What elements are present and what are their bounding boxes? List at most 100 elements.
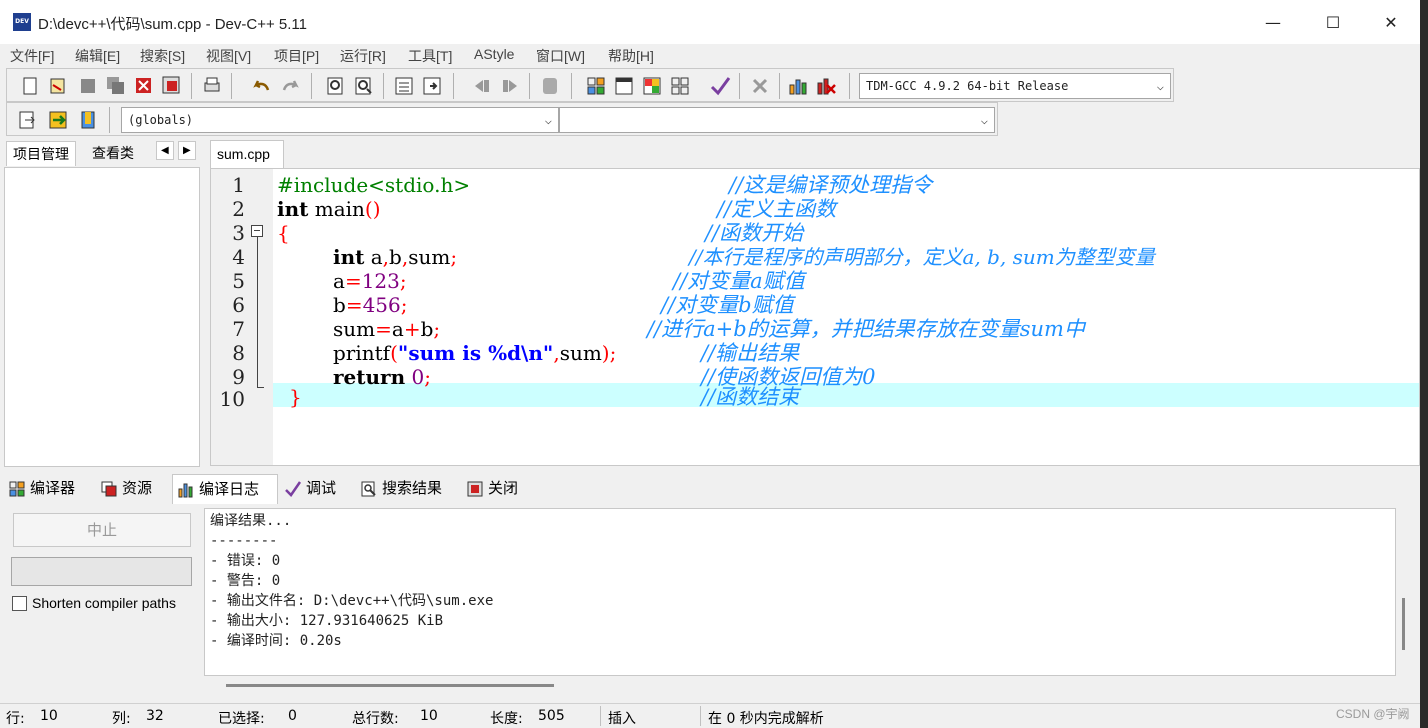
print-icon[interactable] [201, 75, 223, 97]
undo-icon[interactable] [251, 75, 273, 97]
log-line: 编译结果... [210, 513, 292, 529]
code-line-6: b=456; [333, 293, 408, 317]
toggle-comment-icon[interactable] [539, 75, 561, 97]
goto-bookmark-icon[interactable] [77, 109, 99, 131]
tab-scroll-left[interactable]: ◀ [156, 141, 174, 160]
replace-icon[interactable] [353, 75, 375, 97]
scrollbar-thumb[interactable] [226, 684, 554, 687]
keyword: int [277, 197, 309, 221]
log-vertical-scrollbar[interactable] [1402, 598, 1405, 650]
rebuild-all-icon[interactable] [669, 75, 691, 97]
tab-label: 搜索结果 [382, 479, 443, 497]
class-select[interactable]: (globals) ⌵ [121, 107, 559, 133]
status-separator [600, 706, 601, 726]
menu-window[interactable]: 窗口[W] [536, 46, 585, 66]
search-results-icon [361, 481, 376, 496]
compiler-select[interactable]: TDM-GCC 4.9.2 64-bit Release ⌵ [859, 73, 1171, 99]
tab-compile-log[interactable]: 编译日志 [172, 474, 278, 504]
compile-run-icon[interactable] [641, 75, 663, 97]
shorten-paths-label: Shorten compiler paths [32, 595, 176, 611]
clean-icon[interactable] [749, 75, 771, 97]
delete-profile-icon[interactable] [815, 75, 837, 97]
menu-project[interactable]: 项目[P] [274, 46, 319, 66]
main-toolbar: TDM-GCC 4.9.2 64-bit Release ⌵ [6, 68, 1174, 102]
maximize-icon[interactable]: ☐ [1310, 8, 1356, 38]
tab-resources[interactable]: 资源 [100, 474, 166, 504]
close-window-icon[interactable]: ✕ [1368, 8, 1414, 38]
toolbar-separator [739, 73, 740, 99]
save-icon[interactable] [77, 75, 99, 97]
symbol: ( [390, 341, 398, 365]
line-gutter: 1 2 3 4 5 6 7 8 9 10 [211, 169, 273, 465]
unindent-icon[interactable] [499, 75, 521, 97]
toolbar-separator [109, 107, 110, 133]
close-file-icon[interactable] [133, 75, 155, 97]
fold-line [257, 237, 258, 387]
menu-astyle[interactable]: AStyle [474, 46, 514, 62]
symbol: + [403, 317, 421, 341]
profile-icon[interactable] [787, 75, 809, 97]
code-line-2: int main() [277, 197, 381, 221]
member-select[interactable]: ⌵ [559, 107, 995, 133]
syntax-check-icon[interactable] [709, 75, 731, 97]
compile-icon[interactable] [585, 75, 607, 97]
goto-function-icon[interactable] [421, 75, 443, 97]
bottom-panel-tabs: 编译器 资源 编译日志 调试 搜索结果 关闭 [0, 474, 540, 504]
log-horizontal-scrollbar[interactable] [204, 678, 1396, 694]
tab-label: 编译器 [30, 479, 76, 497]
indent-icon[interactable] [471, 75, 493, 97]
menu-view[interactable]: 视图[V] [206, 46, 251, 66]
line-number: 7 [232, 317, 245, 341]
chevron-down-icon: ⌵ [980, 113, 988, 127]
redo-icon[interactable] [279, 75, 301, 97]
menu-search[interactable]: 搜索[S] [140, 46, 185, 66]
toggle-bookmark-icon[interactable] [47, 109, 69, 131]
tab-compiler[interactable]: 编译器 [8, 474, 92, 504]
file-tab[interactable]: sum.cpp [210, 140, 284, 168]
identifier: a [391, 317, 404, 341]
tab-project[interactable]: 项目管理 [6, 141, 76, 166]
identifier: b [420, 317, 434, 341]
shorten-paths-checkbox[interactable] [12, 596, 27, 611]
devcpp-window: DEV D:\devc++\代码\sum.cpp - Dev-C++ 5.11 … [0, 0, 1420, 728]
menu-edit[interactable]: 编辑[E] [75, 46, 120, 66]
menu-file[interactable]: 文件[F] [10, 46, 54, 66]
identifier: b [389, 245, 402, 269]
find-icon[interactable] [325, 75, 347, 97]
toolbar-separator [453, 73, 454, 99]
tab-scroll-right[interactable]: ▶ [178, 141, 196, 160]
stop-compile-button[interactable]: 中止 [13, 513, 191, 547]
tab-debug[interactable]: 调试 [284, 474, 350, 504]
goto-line-icon[interactable] [393, 75, 415, 97]
chevron-down-icon: ⌵ [1156, 79, 1164, 93]
left-panel-tabs: 项目管理 查看类 ◀ ▶ [0, 139, 206, 167]
tab-close[interactable]: 关闭 [466, 474, 532, 504]
status-col-label: 列: [112, 711, 131, 727]
fold-toggle-icon[interactable] [251, 225, 263, 237]
code-comment: //进行a+b的运算，并把结果存放在变量sum中 [647, 317, 1085, 341]
code-comment: //这是编译预处理指令 [729, 173, 933, 197]
toolbar-separator [191, 73, 192, 99]
identifier: sum [333, 317, 376, 341]
menu-run[interactable]: 运行[R] [340, 46, 386, 66]
tab-search-results[interactable]: 搜索结果 [360, 474, 460, 504]
run-icon[interactable] [613, 75, 635, 97]
chevron-down-icon: ⌵ [544, 113, 552, 127]
tab-label: 关闭 [488, 479, 519, 497]
save-all-icon[interactable] [105, 75, 127, 97]
menu-tools[interactable]: 工具[T] [408, 46, 452, 66]
insert-icon[interactable] [17, 109, 39, 131]
code-editor[interactable]: 1 2 3 4 5 6 7 8 9 10 #include<stdio.h> i… [210, 168, 1420, 466]
compile-log-output[interactable]: 编译结果... -------- - 错误: 0 - 警告: 0 - 输出文件名… [204, 508, 1396, 676]
menu-help[interactable]: 帮助[H] [608, 46, 654, 66]
close-all-icon[interactable] [161, 75, 183, 97]
project-tree[interactable] [4, 167, 200, 467]
minimize-icon[interactable]: — [1250, 8, 1296, 38]
resources-icon [101, 481, 117, 496]
new-file-icon[interactable] [19, 75, 41, 97]
tab-classes[interactable]: 查看类 [86, 141, 140, 165]
code-line-4: int a,b,sum; [333, 245, 457, 269]
open-file-icon[interactable] [47, 75, 69, 97]
status-length-label: 长度: [490, 711, 523, 727]
tab-label: 资源 [122, 479, 153, 497]
